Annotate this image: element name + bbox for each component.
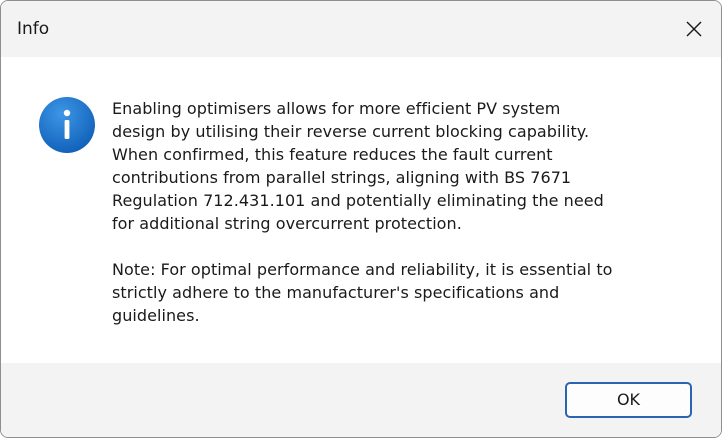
message-paragraph: Enabling optimisers allows for more effi… [112,99,604,233]
dialog-footer: OK [1,363,721,437]
message-text: Enabling optimisers allows for more effi… [112,97,697,327]
info-dialog: Info Enabling optimisers allows for more… [0,0,722,438]
message-note: Note: For optimal performance and reliab… [112,260,613,325]
close-button[interactable] [667,1,721,57]
close-icon [686,21,702,37]
info-icon [39,97,95,153]
dialog-title: Info [17,19,50,39]
ok-button[interactable]: OK [565,382,692,418]
title-bar: Info [1,1,721,57]
dialog-content: Enabling optimisers allows for more effi… [1,57,721,363]
